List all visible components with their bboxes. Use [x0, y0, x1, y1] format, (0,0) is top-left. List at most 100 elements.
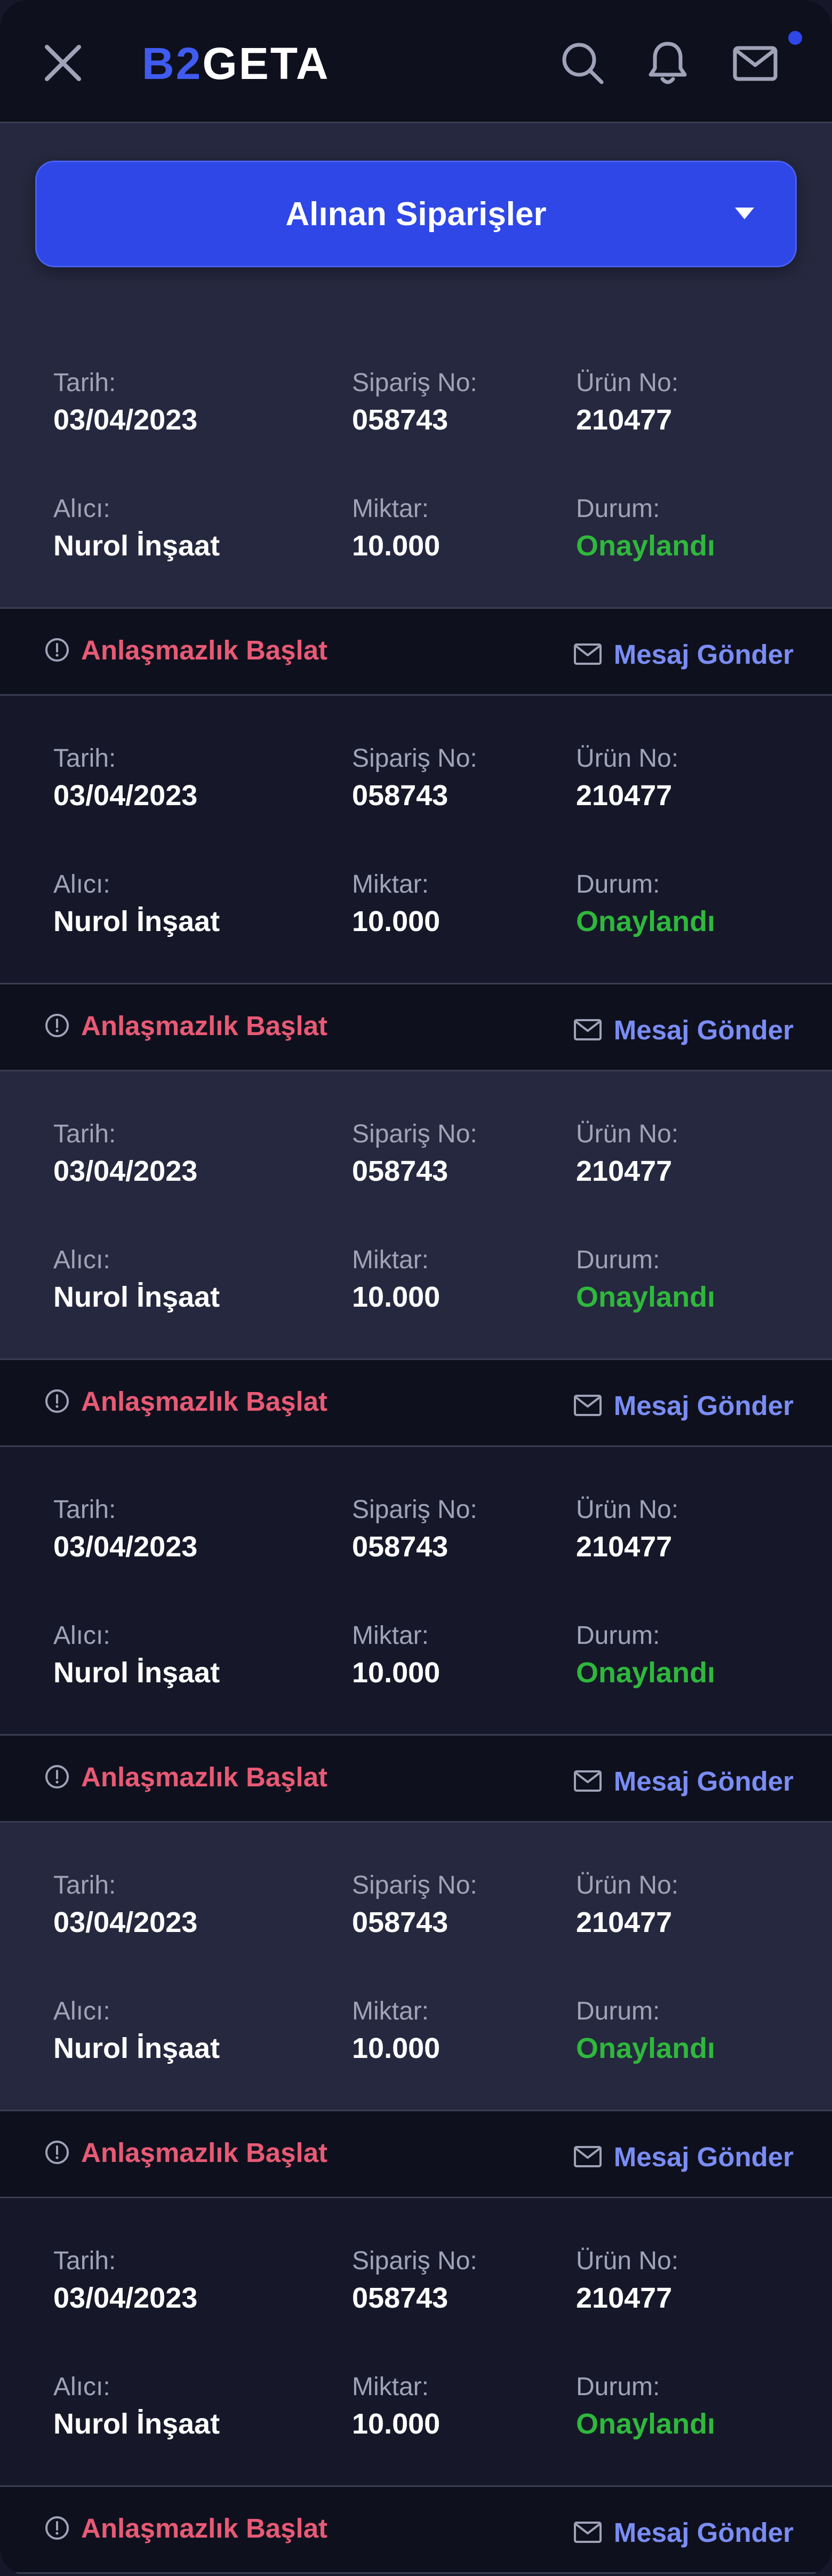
date-field: Tarih: 03/04/2023	[53, 1870, 197, 1940]
status-label: Durum:	[576, 1246, 660, 1274]
date-field: Tarih: 03/04/2023	[53, 2245, 197, 2316]
send-message-button[interactable]: Mesaj Gönder	[573, 635, 794, 673]
status-label: Durum:	[576, 870, 660, 899]
buyer-field: Alıcı: Nurol İnşaat	[53, 2371, 220, 2442]
order-card: Tarih: 03/04/2023 Sipariş No: 058743 Ürü…	[0, 1071, 832, 1447]
date-value: 03/04/2023	[53, 404, 198, 436]
product-no-label: Ürün No:	[576, 1871, 679, 1899]
send-message-button[interactable]: Mesaj Gönder	[573, 2138, 794, 2175]
status-field: Durum: Onaylandı	[576, 1244, 715, 1315]
quantity-value: 10.000	[352, 1281, 441, 1313]
product-no-label: Ürün No:	[576, 1120, 679, 1148]
order-info: Tarih: 03/04/2023 Sipariş No: 058743 Ürü…	[0, 2198, 832, 2485]
date-label: Tarih:	[53, 1496, 116, 1524]
order-no-value: 058743	[352, 780, 449, 812]
start-dispute-label: Anlaşmazlık Başlat	[81, 2513, 328, 2543]
start-dispute-label: Anlaşmazlık Başlat	[81, 1761, 328, 1792]
start-dispute-label: Anlaşmazlık Başlat	[81, 1010, 328, 1041]
order-actions: Anlaşmazlık Başlat Mesaj Gönder	[0, 607, 832, 696]
order-no-value: 058743	[352, 404, 449, 436]
buyer-value: Nurol İnşaat	[53, 2032, 220, 2064]
mail-icon	[573, 2145, 602, 2168]
quantity-field: Miktar: 10.000	[352, 869, 440, 939]
status-field: Durum: Onaylandı	[576, 2371, 715, 2442]
send-message-button[interactable]: Mesaj Gönder	[573, 1011, 794, 1048]
buyer-label: Alıcı:	[53, 2373, 110, 2401]
quantity-field: Miktar: 10.000	[352, 1244, 440, 1315]
order-card: Tarih: 03/04/2023 Sipariş No: 058743 Ürü…	[0, 1823, 832, 2198]
date-label: Tarih:	[53, 369, 116, 397]
quantity-value: 10.000	[352, 1657, 441, 1689]
order-type-dropdown[interactable]: Alınan Siparişler	[35, 161, 797, 267]
notification-dot	[788, 31, 802, 45]
send-message-button[interactable]: Mesaj Gönder	[573, 1387, 794, 1424]
product-no-label: Ürün No:	[576, 744, 679, 773]
send-message-button[interactable]: Mesaj Gönder	[573, 1762, 794, 1800]
product-no-value: 210477	[576, 780, 673, 812]
start-dispute-button[interactable]: Anlaşmazlık Başlat	[44, 1382, 327, 1420]
start-dispute-button[interactable]: Anlaşmazlık Başlat	[44, 1007, 327, 1044]
order-no-label: Sipariş No:	[352, 1120, 477, 1148]
quantity-value: 10.000	[352, 905, 441, 937]
buyer-label: Alıcı:	[53, 1997, 110, 2025]
status-value: Onaylandı	[576, 905, 716, 937]
mail-icon[interactable]	[730, 37, 781, 89]
buyer-field: Alıcı: Nurol İnşaat	[53, 869, 220, 939]
order-info: Tarih: 03/04/2023 Sipariş No: 058743 Ürü…	[0, 320, 832, 607]
date-field: Tarih: 03/04/2023	[53, 367, 197, 438]
send-message-label: Mesaj Gönder	[613, 2517, 794, 2548]
date-field: Tarih: 03/04/2023	[53, 1118, 197, 1189]
quantity-label: Miktar:	[352, 2373, 429, 2401]
order-actions: Anlaşmazlık Başlat Mesaj Gönder	[0, 1358, 832, 1447]
status-value: Onaylandı	[576, 530, 716, 562]
date-label: Tarih:	[53, 744, 116, 773]
order-type-selector-area: Alınan Siparişler	[0, 123, 832, 322]
order-no-label: Sipariş No:	[352, 2247, 477, 2275]
order-no-field: Sipariş No: 058743	[352, 1118, 477, 1189]
order-card: Tarih: 03/04/2023 Sipariş No: 058743 Ürü…	[0, 2198, 832, 2574]
buyer-field: Alıcı: Nurol İnşaat	[53, 1620, 220, 1690]
start-dispute-label: Anlaşmazlık Başlat	[81, 1386, 328, 1417]
close-icon[interactable]	[42, 42, 84, 84]
send-message-button[interactable]: Mesaj Gönder	[573, 2514, 794, 2551]
order-info: Tarih: 03/04/2023 Sipariş No: 058743 Ürü…	[0, 1447, 832, 1734]
quantity-label: Miktar:	[352, 495, 429, 523]
product-no-value: 210477	[576, 1155, 673, 1187]
buyer-value: Nurol İnşaat	[53, 1657, 220, 1689]
order-no-value: 058743	[352, 2282, 449, 2314]
order-no-field: Sipariş No: 058743	[352, 367, 477, 438]
start-dispute-button[interactable]: Anlaşmazlık Başlat	[44, 2134, 327, 2171]
order-no-label: Sipariş No:	[352, 1871, 477, 1899]
order-no-label: Sipariş No:	[352, 744, 477, 773]
start-dispute-button[interactable]: Anlaşmazlık Başlat	[44, 631, 327, 669]
send-message-label: Mesaj Gönder	[613, 1390, 794, 1421]
order-no-field: Sipariş No: 058743	[352, 1494, 477, 1564]
product-no-field: Ürün No: 210477	[576, 1870, 678, 1940]
date-label: Tarih:	[53, 2247, 116, 2275]
quantity-value: 10.000	[352, 2032, 441, 2064]
quantity-field: Miktar: 10.000	[352, 1620, 440, 1690]
search-icon[interactable]	[557, 37, 608, 89]
quantity-field: Miktar: 10.000	[352, 493, 440, 563]
buyer-value: Nurol İnşaat	[53, 530, 220, 562]
top-bar: B2 GETA	[0, 0, 832, 123]
order-info: Tarih: 03/04/2023 Sipariş No: 058743 Ürü…	[0, 696, 832, 983]
buyer-label: Alıcı:	[53, 1246, 110, 1274]
order-actions: Anlaşmazlık Başlat Mesaj Gönder	[0, 2485, 832, 2574]
order-no-label: Sipariş No:	[352, 1496, 477, 1524]
logo-geta: GETA	[202, 38, 330, 89]
product-no-label: Ürün No:	[576, 369, 679, 397]
dropdown-label: Alınan Siparişler	[285, 195, 547, 233]
start-dispute-button[interactable]: Anlaşmazlık Başlat	[44, 1758, 327, 1795]
product-no-field: Ürün No: 210477	[576, 743, 678, 813]
send-message-label: Mesaj Gönder	[613, 1766, 794, 1796]
mail-icon	[573, 1769, 602, 1793]
date-label: Tarih:	[53, 1120, 116, 1148]
status-value: Onaylandı	[576, 2408, 716, 2440]
order-no-label: Sipariş No:	[352, 369, 477, 397]
bell-icon[interactable]	[642, 37, 693, 89]
start-dispute-button[interactable]: Anlaşmazlık Başlat	[44, 2509, 327, 2547]
order-actions: Anlaşmazlık Başlat Mesaj Gönder	[0, 1734, 832, 1823]
quantity-label: Miktar:	[352, 870, 429, 899]
order-no-value: 058743	[352, 1531, 449, 1563]
